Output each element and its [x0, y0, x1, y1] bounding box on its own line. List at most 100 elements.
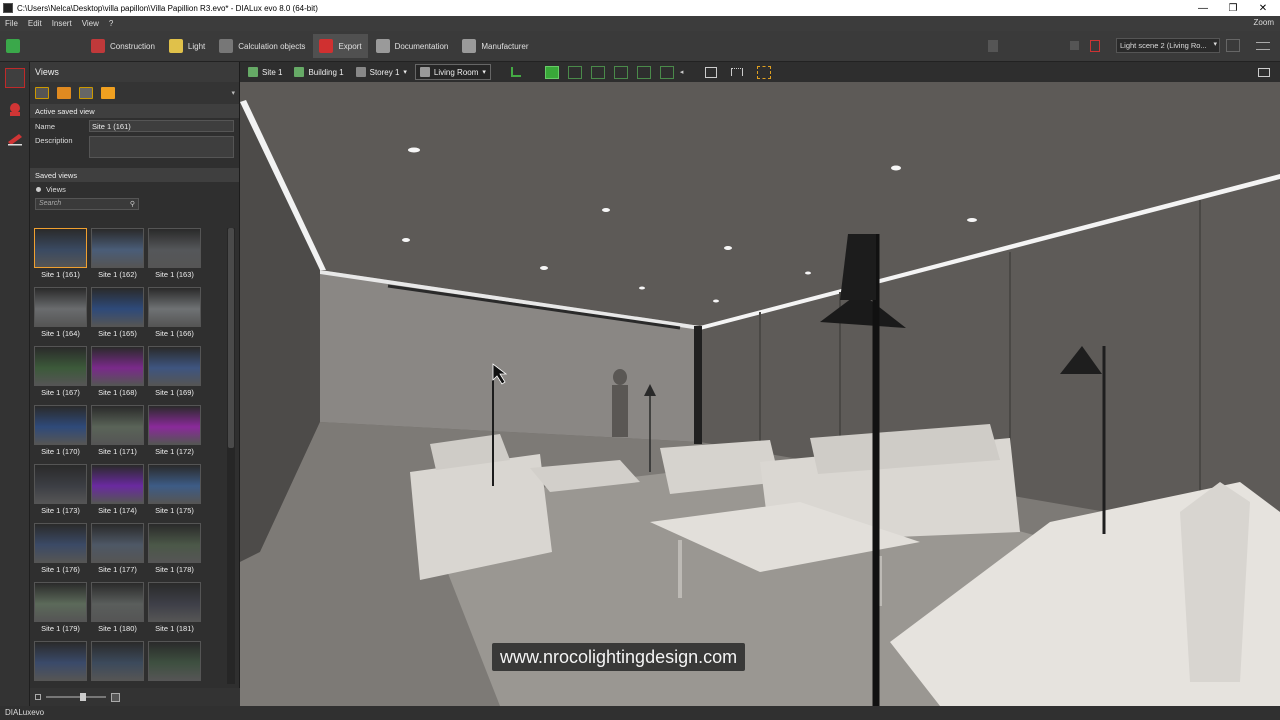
close-button[interactable]: ✕ [1248, 0, 1278, 16]
saved-view-thumbnail[interactable]: Site 1 (172) [148, 405, 201, 460]
saved-view-thumbnail[interactable]: Site 1 (173) [34, 464, 87, 519]
saved-view-thumbnail[interactable]: Site 1 (180) [91, 582, 144, 637]
active-saved-view-header: Active saved view [30, 104, 239, 118]
saved-view-thumbnail[interactable]: Site 1 (169) [148, 346, 201, 401]
saved-views-scrollbar[interactable] [227, 228, 235, 684]
undo-button[interactable] [33, 34, 83, 58]
saved-view-label: Site 1 (167) [41, 388, 80, 397]
views-mode-icon[interactable] [5, 68, 25, 88]
save-icon [6, 39, 20, 53]
name-field[interactable]: Site 1 (161) [89, 120, 234, 132]
search-icon[interactable]: ⚲ [130, 200, 135, 208]
tab-construction[interactable]: Construction [85, 34, 161, 58]
saved-view-thumbnail[interactable]: Site 1 (176) [34, 523, 87, 578]
saved-view-thumbnail[interactable]: Site 1 (166) [148, 287, 201, 342]
zoom-extents-icon[interactable] [705, 66, 718, 78]
restore-button[interactable]: ❐ [1218, 0, 1248, 16]
description-field[interactable] [89, 136, 234, 158]
save-button[interactable] [0, 34, 31, 58]
saved-view-thumbnail[interactable]: Site 1 (164) [34, 287, 87, 342]
slider-knob[interactable] [80, 693, 86, 701]
menu-view[interactable]: View [77, 19, 104, 28]
menu-lines-icon[interactable] [1256, 42, 1270, 50]
light-scene-select[interactable]: Light scene 2 (Living Ro... ▾ [1116, 38, 1220, 53]
saved-view-thumbnail[interactable]: Site 1 (167) [34, 346, 87, 401]
saved-view-thumbnail[interactable]: Site 1 (168) [91, 346, 144, 401]
saved-view-image [148, 464, 201, 504]
saved-view-image [148, 405, 201, 445]
title-bar: C:\Users\Nelca\Desktop\villa papillon\Vi… [0, 0, 1280, 16]
saved-view-thumbnail[interactable]: Site 1 (163) [148, 228, 201, 283]
large-thumbs-icon[interactable] [111, 692, 120, 702]
saved-view-thumbnail[interactable]: Site 1 (178) [148, 523, 201, 578]
views-tab[interactable]: Views [30, 182, 239, 196]
view-mode-side-icon[interactable] [636, 65, 651, 79]
zoom-label[interactable]: Zoom [1254, 18, 1274, 27]
calc-stop-icon[interactable] [1090, 40, 1100, 52]
saved-view-thumbnail[interactable] [34, 641, 87, 688]
tab-label: Light [187, 41, 206, 51]
saved-view-thumbnail[interactable]: Site 1 (170) [34, 405, 87, 460]
3d-viewport[interactable]: www.nrocolightingdesign.com [240, 82, 1280, 706]
update-view-icon[interactable] [79, 87, 93, 99]
view-mode-floor-icon[interactable] [567, 65, 582, 79]
menu-edit[interactable]: Edit [23, 19, 47, 28]
saved-view-thumbnail[interactable] [91, 641, 144, 688]
small-thumbs-icon[interactable] [35, 694, 41, 700]
saved-view-thumbnail[interactable]: Site 1 (179) [34, 582, 87, 637]
tab-documentation[interactable]: Documentation [370, 34, 455, 58]
crumb-building[interactable]: Building 1 [290, 64, 347, 80]
minimize-button[interactable]: — [1188, 0, 1218, 16]
view-mode-box-icon[interactable] [659, 65, 674, 79]
crumb-label: Site 1 [262, 67, 283, 77]
new-view-icon[interactable] [35, 87, 49, 99]
chevron-down-icon[interactable]: ▾ [231, 89, 235, 97]
select-tool-icon[interactable] [510, 67, 521, 77]
saved-view-image [34, 641, 87, 681]
menu-file[interactable]: File [0, 19, 23, 28]
views-panel: Views ▾ Active saved view Name Site 1 (1… [30, 62, 240, 706]
calc-icon[interactable] [988, 40, 998, 52]
crumb-room-select[interactable]: Living Room ▾ [414, 64, 491, 80]
thumbnail-size-slider[interactable] [46, 693, 106, 701]
saved-view-thumbnail[interactable]: Site 1 (162) [91, 228, 144, 283]
saved-view-thumbnail[interactable]: Site 1 (161) [34, 228, 87, 283]
measure-icon[interactable] [731, 68, 744, 76]
saved-view-image [91, 346, 144, 386]
tab-manufacturer[interactable]: Manufacturer [456, 34, 534, 58]
save-view-icon[interactable] [101, 87, 115, 99]
view-mode-walls-icon[interactable] [590, 65, 605, 79]
menu-insert[interactable]: Insert [47, 19, 77, 28]
tab-light[interactable]: Light [163, 34, 211, 58]
crumb-site[interactable]: Site 1 [244, 64, 286, 80]
saved-view-thumbnail[interactable]: Site 1 (174) [91, 464, 144, 519]
calc-status-area [984, 38, 1104, 54]
view-mode-3d-icon[interactable] [544, 65, 559, 79]
view-mode-front-icon[interactable] [613, 65, 628, 79]
calc-cancel-icon[interactable] [1070, 41, 1079, 50]
saved-view-label: Site 1 (169) [155, 388, 194, 397]
render-tool-icon[interactable] [757, 65, 772, 79]
scrollbar-thumb[interactable] [228, 228, 234, 448]
name-row: Name Site 1 (161) [30, 118, 239, 134]
saved-view-thumbnail[interactable]: Site 1 (165) [91, 287, 144, 342]
panel-toggle-icon[interactable] [1226, 39, 1240, 52]
search-input[interactable]: Search ⚲ [35, 198, 139, 210]
tab-export[interactable]: Export [313, 34, 368, 58]
crumb-storey[interactable]: Storey 1 ▾ [352, 64, 411, 80]
saved-view-image [91, 523, 144, 563]
saved-view-thumbnail[interactable] [148, 641, 201, 688]
pencil-mode-icon[interactable] [5, 128, 25, 148]
saved-view-thumbnail[interactable]: Site 1 (181) [148, 582, 201, 637]
saved-view-thumbnail[interactable]: Site 1 (171) [91, 405, 144, 460]
menu-help[interactable]: ? [104, 19, 118, 28]
documentation-icon [375, 39, 390, 53]
tab-calculation-objects[interactable]: Calculation objects [213, 34, 311, 58]
screen-icon[interactable] [1258, 67, 1270, 77]
chevron-left-icon[interactable]: ◂ [680, 68, 684, 76]
camera-mode-icon[interactable] [5, 100, 25, 120]
saved-view-thumbnail[interactable]: Site 1 (177) [91, 523, 144, 578]
saved-view-thumbnail[interactable]: Site 1 (175) [148, 464, 201, 519]
duplicate-view-icon[interactable] [57, 87, 71, 99]
saved-view-image [91, 287, 144, 327]
